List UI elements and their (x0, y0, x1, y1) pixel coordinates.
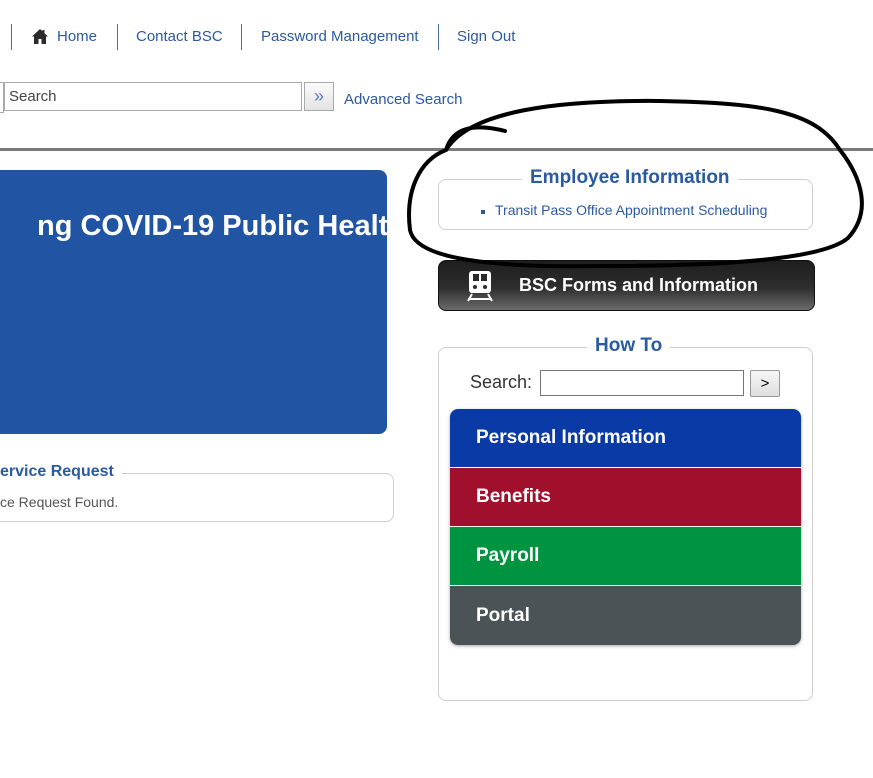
employee-info-legend: Employee Information (522, 167, 738, 189)
how-to-search-label: Search: (470, 372, 533, 392)
advanced-search-link[interactable]: Advanced Search (344, 91, 462, 108)
nav-separator (11, 24, 12, 50)
how-to-legend: How To (587, 335, 671, 357)
nav-signout-link[interactable]: Sign Out (457, 28, 515, 45)
nav-password-link[interactable]: Password Management (261, 28, 419, 45)
service-request-legend: ervice Request (0, 463, 122, 481)
home-icon[interactable] (31, 28, 49, 45)
double-chevron-icon: » (313, 86, 324, 106)
menu-payroll[interactable]: Payroll (450, 527, 801, 586)
bsc-forms-label: BSC Forms and Information (519, 275, 759, 295)
top-nav: Home Contact BSC Password Management Sig… (0, 22, 560, 50)
nav-separator (438, 24, 439, 50)
menu-personal-information[interactable]: Personal Information (450, 409, 801, 468)
service-request-status: ce Request Found. (0, 494, 119, 510)
nav-home-link[interactable]: Home (57, 28, 97, 45)
how-to-menu: Personal Information Benefits Payroll Po… (450, 409, 801, 645)
list-bullet (481, 210, 485, 214)
menu-portal[interactable]: Portal (450, 586, 801, 645)
nav-separator (241, 24, 242, 50)
banner-title: ng COVID-19 Public Health (37, 210, 406, 242)
nav-contact-link[interactable]: Contact BSC (136, 28, 223, 45)
search-input[interactable] (4, 82, 302, 111)
header-divider (0, 148, 873, 151)
how-to-search-input[interactable] (540, 370, 744, 396)
how-to-search-button[interactable]: > (750, 370, 780, 397)
menu-benefits[interactable]: Benefits (450, 468, 801, 527)
transit-pass-link[interactable]: Transit Pass Office Appointment Scheduli… (495, 202, 767, 218)
nav-separator (117, 24, 118, 50)
train-icon (467, 271, 493, 302)
search-go-button[interactable]: » (304, 82, 334, 111)
